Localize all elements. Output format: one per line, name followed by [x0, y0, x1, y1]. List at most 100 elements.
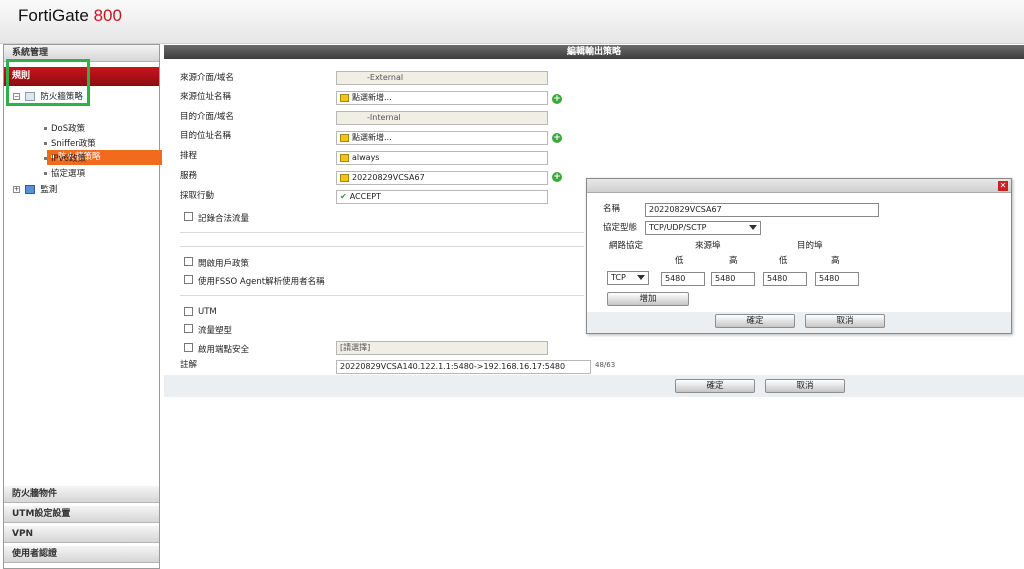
dialog-footer [587, 312, 1011, 333]
traffic-shaping-checkbox[interactable] [184, 324, 193, 333]
dst-port-low-input[interactable]: 5480 [763, 272, 807, 286]
chevron-down-icon [637, 275, 645, 280]
col-dst-port-header: 目的埠 [797, 241, 823, 251]
src-address-value: 點選新增... [352, 93, 392, 102]
ok-button[interactable]: 確定 [675, 379, 755, 393]
tree-label: Sniffer政策 [51, 139, 96, 149]
comments-label: 註解 [180, 360, 198, 370]
sidebar-section-vpn[interactable]: VPN [4, 526, 159, 543]
col-src-port-header: 來源埠 [695, 241, 721, 251]
fsso-label: 使用FSSO Agent解析使用者名稱 [198, 277, 325, 287]
dialog-name-label: 名稱 [603, 204, 621, 214]
src-interface-field[interactable]: -External [336, 71, 548, 85]
tree-item-protocol-options[interactable]: 協定選項 [44, 167, 85, 181]
expand-icon[interactable]: + [13, 186, 20, 193]
schedule-field[interactable]: always [336, 151, 548, 165]
tree-label: IPv6政策 [51, 154, 87, 164]
tree-label: 監測 [40, 185, 58, 195]
bullet-icon [44, 127, 47, 130]
sidebar-section-utm[interactable]: UTM設定設置 [4, 506, 159, 523]
endpoint-security-checkbox[interactable] [184, 343, 193, 352]
protocol-type-label: 協定型態 [603, 223, 638, 233]
divider [180, 246, 584, 247]
add-service-icon[interactable]: + [552, 172, 562, 182]
fsso-checkbox[interactable] [184, 275, 193, 284]
dst-low-header: 低 [779, 256, 788, 266]
protocol-select[interactable]: TCP [607, 271, 649, 285]
tree-item-ipv6-policy[interactable]: IPv6政策 [44, 152, 86, 166]
service-name-input[interactable]: 20220829VCSA67 [645, 203, 879, 217]
service-field[interactable]: 20220829VCSA67 [336, 171, 548, 185]
protocol-type-select[interactable]: TCP/UDP/SCTP [645, 221, 761, 235]
log-traffic-label: 記錄合法流量 [198, 214, 250, 224]
dst-high-header: 高 [831, 256, 840, 266]
address-icon [340, 133, 349, 142]
tree-item-dos-policy[interactable]: DoS政策 [44, 122, 85, 136]
src-port-low-input[interactable]: 5480 [661, 272, 705, 286]
address-icon [340, 93, 349, 102]
src-interface-label: 來源介面/域名 [180, 73, 234, 83]
tree-item-monitor[interactable]: + 監測 [13, 183, 57, 197]
add-dst-address-icon[interactable]: + [552, 133, 562, 143]
service-icon [340, 173, 349, 182]
src-high-header: 高 [729, 256, 738, 266]
action-value: ACCEPT [349, 192, 381, 201]
src-address-field[interactable]: 點選新增... [336, 91, 548, 105]
service-value: 20220829VCSA67 [352, 173, 425, 182]
action-label: 採取行動 [180, 191, 215, 201]
log-traffic-checkbox[interactable] [184, 212, 193, 221]
cancel-button[interactable]: 取消 [765, 379, 845, 393]
highlight-annotation-box [6, 59, 90, 106]
close-icon[interactable]: ✕ [998, 181, 1008, 191]
tree-label: 協定選項 [51, 169, 86, 179]
service-edit-dialog: ✕ 名稱 20220829VCSA67 協定型態 TCP/UDP/SCTP 網路… [586, 178, 1012, 334]
add-port-button[interactable]: 增加 [607, 292, 689, 306]
dst-address-label: 目的位址名稱 [180, 131, 232, 141]
app-header: FortiGate 800 [0, 0, 1024, 44]
protocol-type-value: TCP/UDP/SCTP [649, 223, 707, 232]
add-src-address-icon[interactable]: + [552, 94, 562, 104]
bullet-icon [44, 172, 47, 175]
src-port-high-input[interactable]: 5480 [711, 272, 755, 286]
brand-logo: FortiGate 800 [18, 6, 122, 26]
tree-item-sniffer-policy[interactable]: Sniffer政策 [44, 137, 96, 151]
src-address-label: 來源位址名稱 [180, 92, 232, 102]
chevron-down-icon [749, 225, 757, 230]
brand-model: 800 [93, 6, 122, 25]
col-protocol-header: 網路協定 [609, 241, 644, 251]
traffic-shaping-label: 流量塑型 [198, 326, 233, 336]
monitor-icon [24, 185, 35, 194]
check-icon: ✔ [340, 192, 347, 201]
dst-address-field[interactable]: 點選新增... [336, 131, 548, 145]
src-low-header: 低 [675, 256, 684, 266]
dialog-ok-button[interactable]: 確定 [715, 314, 795, 328]
bullet-icon [44, 142, 47, 145]
action-field[interactable]: ✔ ACCEPT [336, 190, 548, 204]
sidebar: 系統管理 規則 − 防火牆策略 防火牆策略 DoS政策 Sniffer政策 IP… [3, 44, 162, 569]
divider [180, 232, 584, 233]
user-policy-checkbox[interactable] [184, 257, 193, 266]
dialog-cancel-button[interactable]: 取消 [805, 314, 885, 328]
schedule-value: always [352, 153, 380, 162]
service-label: 服務 [180, 171, 198, 181]
tree-label: DoS政策 [51, 124, 86, 134]
endpoint-security-select[interactable]: [請選擇] [336, 341, 548, 355]
utm-checkbox[interactable] [184, 307, 193, 316]
panel-title: 編輯輸出策略 [164, 45, 1024, 59]
comments-input[interactable]: 20220829VCSA140.122.1.1:5480->192.168.16… [336, 360, 591, 374]
dst-interface-field[interactable]: -Internal [336, 111, 548, 125]
divider [180, 295, 584, 296]
dialog-titlebar: ✕ [587, 179, 1011, 193]
schedule-label: 排程 [180, 151, 198, 161]
protocol-value: TCP [611, 273, 626, 282]
sidebar-section-firewall-objects[interactable]: 防火牆物件 [4, 486, 159, 503]
schedule-icon [340, 153, 349, 162]
bullet-icon [44, 157, 47, 160]
user-policy-label: 開啟用戶政策 [198, 259, 250, 269]
dst-interface-label: 目的介面/域名 [180, 112, 234, 122]
utm-label: UTM [198, 307, 217, 317]
sidebar-section-user-auth[interactable]: 使用者認證 [4, 546, 159, 563]
dst-port-high-input[interactable]: 5480 [815, 272, 859, 286]
dst-address-value: 點選新增... [352, 133, 392, 142]
brand-name: FortiGate [18, 6, 89, 25]
